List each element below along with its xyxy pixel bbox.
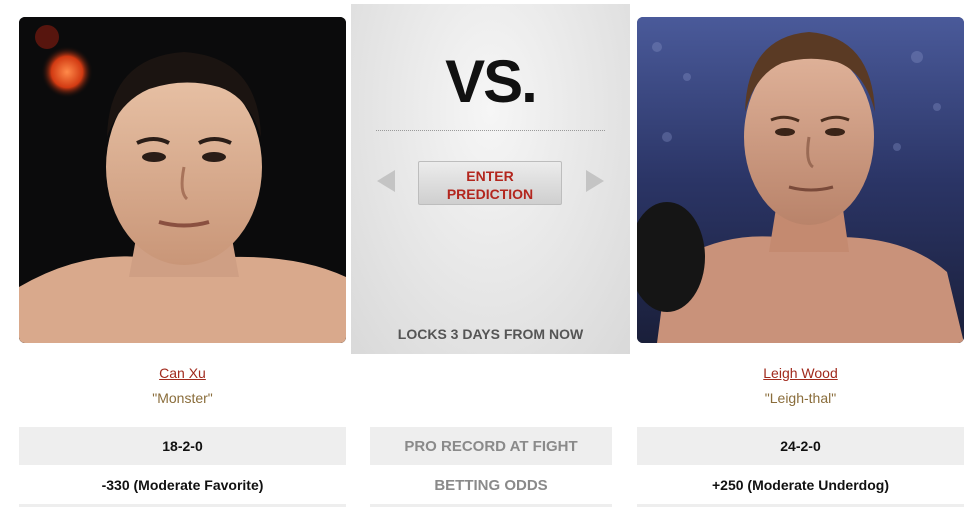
fighter-portrait-right — [637, 17, 964, 343]
fighter-name-right[interactable]: Leigh Wood — [637, 365, 964, 381]
odds-label: BETTING ODDS — [370, 466, 612, 507]
enter-prediction-label: ENTER PREDICTION — [446, 168, 534, 202]
fight-card: VS. ENTER PREDICTION LOCKS 3 DAYS FROM N… — [0, 0, 980, 508]
odds-right: +250 (Moderate Underdog) — [637, 466, 964, 507]
prediction-panel: VS. ENTER PREDICTION LOCKS 3 DAYS FROM N… — [351, 4, 630, 354]
triangle-right-icon[interactable] — [586, 170, 604, 192]
dotted-divider — [376, 130, 605, 131]
fighter-photo-right[interactable] — [637, 17, 964, 343]
triangle-left-icon[interactable] — [377, 170, 395, 192]
fighter-name-left[interactable]: Can Xu — [19, 365, 346, 381]
odds-left: -330 (Moderate Favorite) — [19, 466, 346, 507]
fighter-nickname-left: "Monster" — [152, 390, 213, 406]
fighter-photo-left[interactable] — [19, 17, 346, 343]
locks-countdown: LOCKS 3 DAYS FROM NOW — [397, 326, 584, 342]
enter-prediction-button[interactable]: ENTER PREDICTION — [418, 161, 562, 205]
fighter-nickname-right: "Leigh-thal" — [764, 390, 837, 406]
vs-text: VS. — [445, 48, 538, 115]
record-left: 18-2-0 — [19, 427, 346, 465]
record-label: PRO RECORD AT FIGHT — [370, 427, 612, 465]
fighter-portrait-left — [19, 17, 346, 343]
record-right: 24-2-0 — [637, 427, 964, 465]
